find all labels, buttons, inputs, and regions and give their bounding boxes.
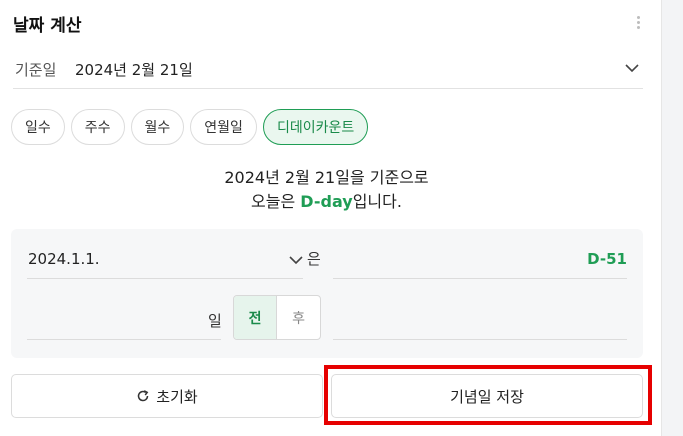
base-date-select[interactable]: 기준일 2024년 2월 21일 xyxy=(13,52,643,89)
calc-panel: 2024.1.1. 은 D-51 일 전 후 xyxy=(11,229,643,358)
target-date-select[interactable]: 2024.1.1. xyxy=(27,241,303,279)
computed-date-field xyxy=(333,295,627,340)
mode-tabs: 일수 주수 월수 연월일 디데이카운트 xyxy=(11,109,374,145)
day-unit-label: 일 xyxy=(208,312,222,330)
chevron-down-icon xyxy=(289,256,303,265)
reset-label: 초기화 xyxy=(156,387,198,406)
tab-days[interactable]: 일수 xyxy=(11,109,65,145)
tab-year-month-day[interactable]: 연월일 xyxy=(190,109,257,145)
save-label: 기념일 저장 xyxy=(450,387,524,406)
widget-title: 날짜 계산 xyxy=(13,16,82,36)
tab-months[interactable]: 월수 xyxy=(130,109,185,145)
tab-dday-count[interactable]: 디데이카운트 xyxy=(262,109,369,145)
refresh-icon xyxy=(138,390,149,402)
connector-label: 은 xyxy=(307,250,321,268)
days-input[interactable] xyxy=(27,295,221,340)
before-button[interactable]: 전 xyxy=(234,296,278,339)
dday-result-field: D-51 xyxy=(333,241,627,279)
reset-button[interactable]: 초기화 xyxy=(11,374,323,418)
dday-highlight: D-day xyxy=(300,192,353,211)
more-vertical-icon[interactable] xyxy=(634,16,642,34)
base-date-value: 2024년 2월 21일 xyxy=(75,61,193,79)
date-calculator-card: 날짜 계산 기준일 2024년 2월 21일 일수 주수 월수 연월일 디데이카… xyxy=(0,0,662,436)
message-line-1: 2024년 2월 21일을 기준으로 xyxy=(224,168,429,187)
chevron-down-icon xyxy=(625,64,639,73)
message-line-2: 오늘은 D-day입니다. xyxy=(251,192,402,211)
result-message: 2024년 2월 21일을 기준으로 오늘은 D-day입니다. xyxy=(0,166,653,214)
save-anniversary-button[interactable]: 기념일 저장 xyxy=(331,374,643,418)
before-after-toggle: 전 후 xyxy=(233,295,321,340)
tab-weeks[interactable]: 주수 xyxy=(70,109,125,145)
base-date-label: 기준일 xyxy=(15,61,57,79)
target-date-value: 2024.1.1. xyxy=(28,250,100,268)
dday-result: D-51 xyxy=(587,250,627,268)
after-button[interactable]: 후 xyxy=(277,296,320,339)
title-bar: 날짜 계산 xyxy=(0,0,662,44)
